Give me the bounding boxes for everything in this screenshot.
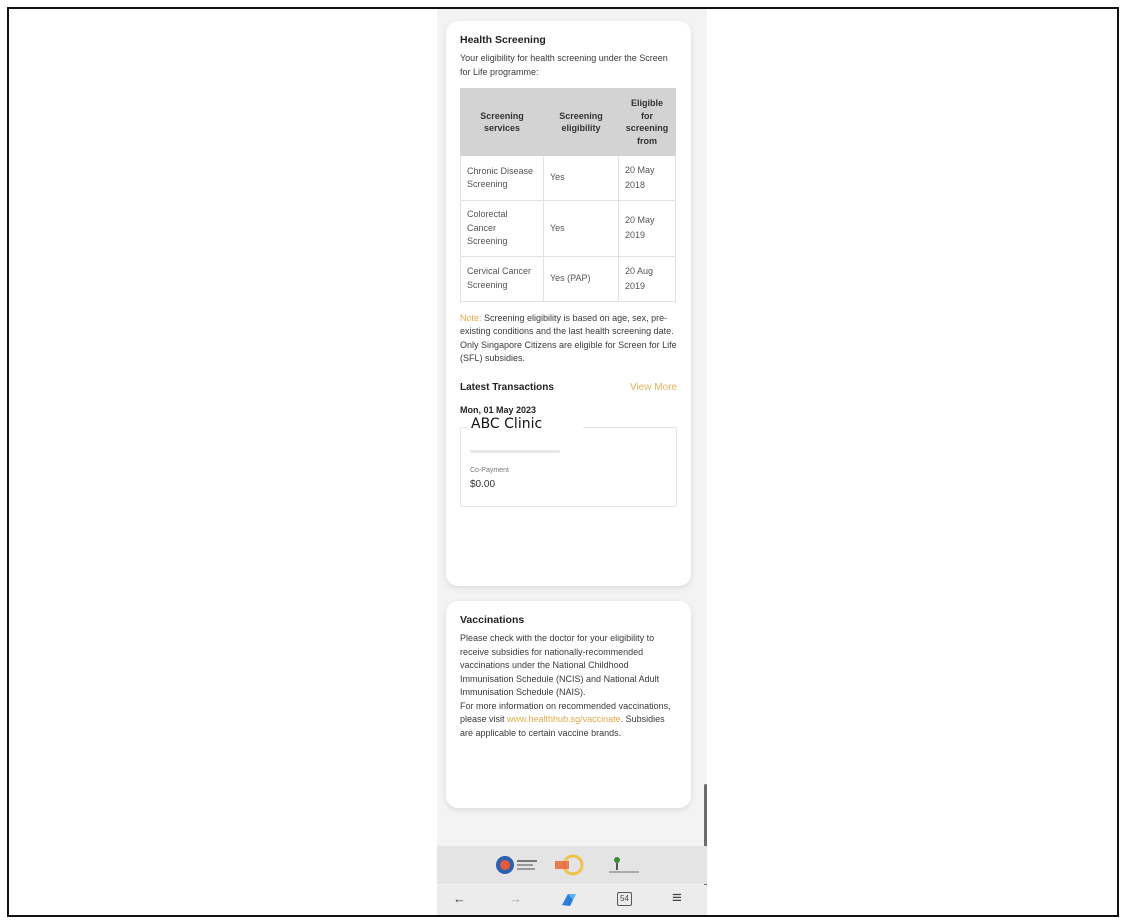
health-screening-card: Health Screening Your eligibility for he… (446, 21, 691, 586)
vaccinations-card: Vaccinations Please check with the docto… (446, 601, 691, 808)
cell-eligibility: Yes (543, 200, 619, 257)
agency-logo (609, 857, 639, 873)
chas-logo (496, 856, 537, 874)
vaccinations-more-info: For more information on recommended vacc… (460, 700, 677, 741)
mobile-viewport: Health Screening Your eligibility for he… (437, 9, 707, 915)
tabs-icon[interactable]: 54 (617, 892, 632, 906)
cell-eligibility: Yes (PAP) (543, 255, 619, 302)
health-screening-intro: Your eligibility for health screening un… (460, 53, 668, 77)
vaccinations-title: Vaccinations (460, 614, 525, 626)
qic-logo (555, 854, 584, 876)
redacted-line (470, 449, 560, 453)
table-row: Cervical Cancer Screening Yes (PAP) 20 A… (460, 255, 676, 302)
table-row: Colorectal Cancer Screening Yes 20 May 2… (460, 200, 676, 257)
cell-service: Colorectal Cancer Screening (460, 200, 544, 257)
back-arrow-icon[interactable]: ← (453, 891, 466, 906)
footer-logos (437, 846, 707, 884)
view-more-link[interactable]: View More (630, 382, 677, 393)
health-screening-title: Health Screening (460, 34, 546, 46)
forward-arrow-icon[interactable]: → (509, 891, 522, 906)
screening-note: Note: Screening eligibility is based on … (460, 312, 677, 366)
healthhub-link[interactable]: www.healthhub.sg/vaccinate (507, 714, 621, 724)
transaction-date: Mon, 01 May 2023 (460, 404, 537, 415)
table-header-row: Screening services Screening eligibility… (460, 88, 676, 156)
table-row: Chronic Disease Screening Yes 20 May 201… (460, 155, 676, 201)
cell-service: Cervical Cancer Screening (460, 255, 544, 302)
copayment-value: $0.00 (470, 478, 496, 490)
cell-eligible-from: 20 May 2019 (618, 200, 676, 257)
clinic-name: ABC Clinic (467, 415, 583, 432)
screening-table: Screening services Screening eligibility… (460, 88, 676, 302)
cell-eligibility: Yes (543, 155, 619, 201)
copayment-label: Co-Payment (470, 466, 509, 474)
cell-service: Chronic Disease Screening (460, 155, 544, 201)
col-header-services: Screening services (460, 88, 544, 156)
browser-navbar: ← → 54 ≡ (437, 885, 707, 915)
cell-eligible-from: 20 Aug 2019 (618, 255, 676, 302)
note-label: Note: (460, 312, 482, 323)
browser-logo-icon[interactable] (559, 891, 579, 909)
menu-icon[interactable]: ≡ (672, 888, 682, 908)
transactions-header: Latest Transactions View More (460, 382, 677, 393)
transactions-title: Latest Transactions (460, 381, 554, 393)
note-text: Screening eligibility is based on age, s… (460, 312, 677, 364)
col-header-eligible-from: Eligible for screening from (618, 88, 676, 156)
cell-eligible-from: 20 May 2018 (618, 155, 676, 201)
transaction-card[interactable]: ABC Clinic Co-Payment $0.00 (460, 415, 677, 507)
col-header-eligibility: Screening eligibility (543, 88, 619, 156)
vaccinations-text: Please check with the doctor for your el… (460, 633, 660, 697)
